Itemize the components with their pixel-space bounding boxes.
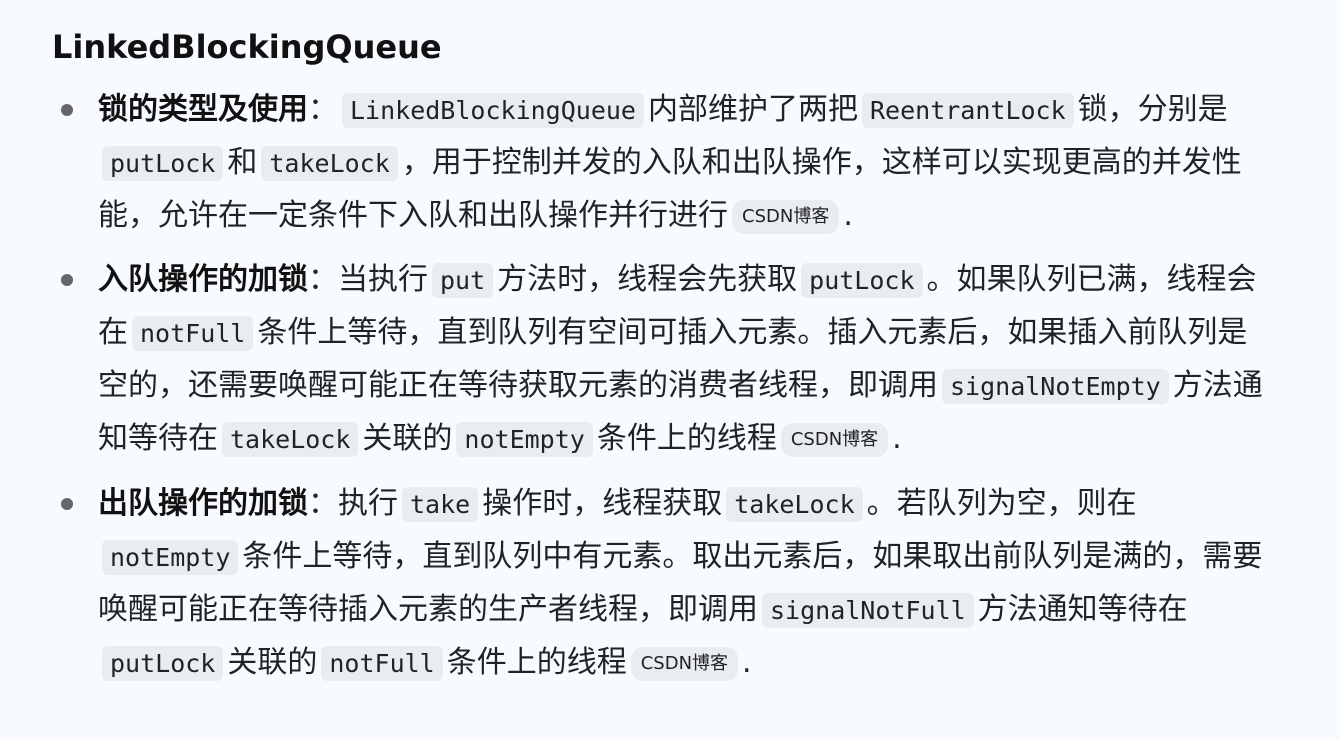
item-separator: ： — [308, 486, 338, 521]
item-text: 操作时，线程获取 — [482, 486, 723, 521]
bullet-icon — [61, 274, 73, 286]
bullet-icon — [61, 104, 73, 116]
item-text: 关联的 — [362, 421, 453, 456]
article-content: LinkedBlockingQueue 锁的类型及使用： LinkedBlocki… — [52, 22, 1282, 702]
item-text: 执行 — [338, 486, 398, 521]
item-text: 条件上的线程 — [446, 645, 627, 680]
inline-code: ReentrantLock — [861, 93, 1074, 128]
item-text: 。若队列为空，则在 — [866, 486, 1137, 521]
inline-code: notEmpty — [456, 422, 593, 457]
citation-badge[interactable]: CSDN博客 — [780, 423, 889, 457]
item-text: 条件上的线程 — [596, 421, 777, 456]
item-title: 锁的类型及使用 — [98, 92, 308, 127]
item-text: 锁，分别是 — [1077, 92, 1228, 127]
inline-code: takeLock — [726, 487, 863, 522]
inline-code: signalNotFull — [762, 593, 974, 628]
inline-code: putLock — [102, 646, 224, 681]
item-title: 出队操作的加锁 — [98, 486, 308, 521]
item-text: 方法时，线程会先获取 — [497, 262, 798, 297]
item-end: . — [742, 645, 752, 680]
bullet-icon — [61, 498, 73, 510]
item-title: 入队操作的加锁 — [98, 262, 308, 297]
citation-badge[interactable]: CSDN博客 — [630, 647, 739, 681]
item-text: 和 — [227, 145, 258, 180]
item-end: . — [892, 421, 902, 456]
list-item-dequeue-lock: 出队操作的加锁：执行 take 操作时，线程获取 takeLock 。若队列为空，则在 n… — [52, 478, 1268, 690]
item-text: 内部维护了两把 — [647, 92, 858, 127]
inline-code: notEmpty — [102, 540, 239, 575]
item-separator: ： — [308, 92, 338, 127]
inline-code: takeLock — [261, 146, 398, 181]
inline-code: notFull — [321, 646, 443, 681]
item-separator: ： — [308, 262, 338, 297]
item-text: 关联的 — [227, 645, 318, 680]
inline-code: LinkedBlockingQueue — [342, 93, 644, 128]
inline-code: takeLock — [222, 422, 359, 457]
inline-code: signalNotEmpty — [942, 369, 1169, 404]
inline-code: take — [402, 487, 479, 522]
citation-badge[interactable]: CSDN博客 — [732, 200, 840, 234]
bullet-list: 锁的类型及使用： LinkedBlockingQueue 内部维护了两把 Reentr… — [52, 84, 1282, 690]
inline-code: putLock — [102, 146, 224, 181]
inline-code: put — [432, 263, 494, 298]
item-end: . — [843, 198, 853, 233]
item-text: 当执行 — [338, 262, 428, 297]
list-item-lock-types: 锁的类型及使用： LinkedBlockingQueue 内部维护了两把 Reentr… — [52, 84, 1268, 242]
inline-code: notFull — [132, 316, 254, 351]
item-text: 方法通知等待在 — [977, 592, 1188, 627]
section-heading: LinkedBlockingQueue — [52, 28, 442, 66]
list-item-enqueue-lock: 入队操作的加锁：当执行 put 方法时，线程会先获取 putLock 。如果队列已满，线… — [52, 254, 1268, 466]
inline-code: putLock — [801, 263, 923, 298]
